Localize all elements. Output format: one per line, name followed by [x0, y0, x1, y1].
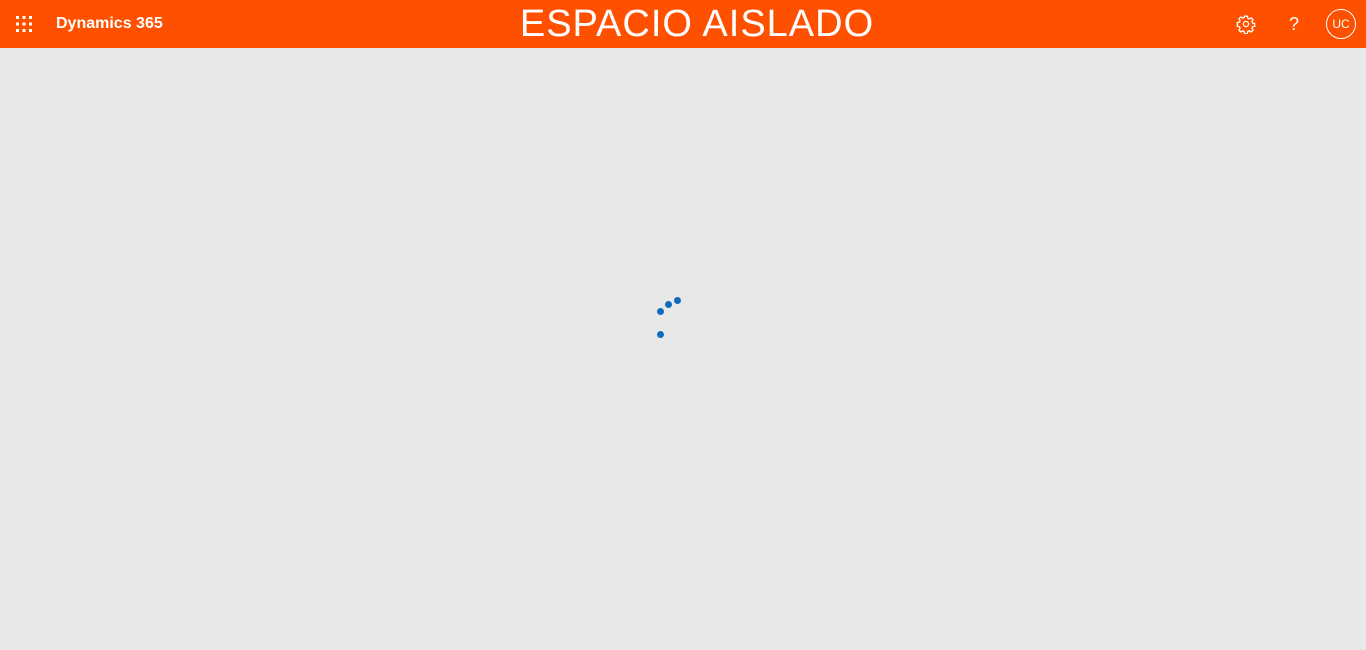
environment-title: ESPACIO AISLADO	[519, 3, 875, 45]
spinner-dot	[657, 308, 664, 315]
help-button[interactable]: ?	[1274, 0, 1314, 48]
spinner-dot	[674, 297, 681, 304]
spinner-dot	[657, 331, 664, 338]
gear-icon	[1236, 15, 1256, 34]
top-navigation-bar: Dynamics 365 ESPACIO AISLADO ? UC	[0, 0, 1366, 48]
user-initials: UC	[1332, 17, 1350, 31]
help-icon: ?	[1288, 13, 1299, 34]
user-avatar-button[interactable]: UC	[1326, 9, 1356, 39]
spinner-dot	[665, 301, 672, 308]
loading-spinner	[650, 290, 690, 342]
environment-banner: ESPACIO AISLADO	[0, 0, 1366, 48]
app-name-link[interactable]: Dynamics 365	[56, 0, 163, 48]
app-launcher-button[interactable]	[0, 0, 48, 48]
settings-button[interactable]	[1226, 0, 1266, 48]
waffle-icon	[16, 16, 32, 32]
